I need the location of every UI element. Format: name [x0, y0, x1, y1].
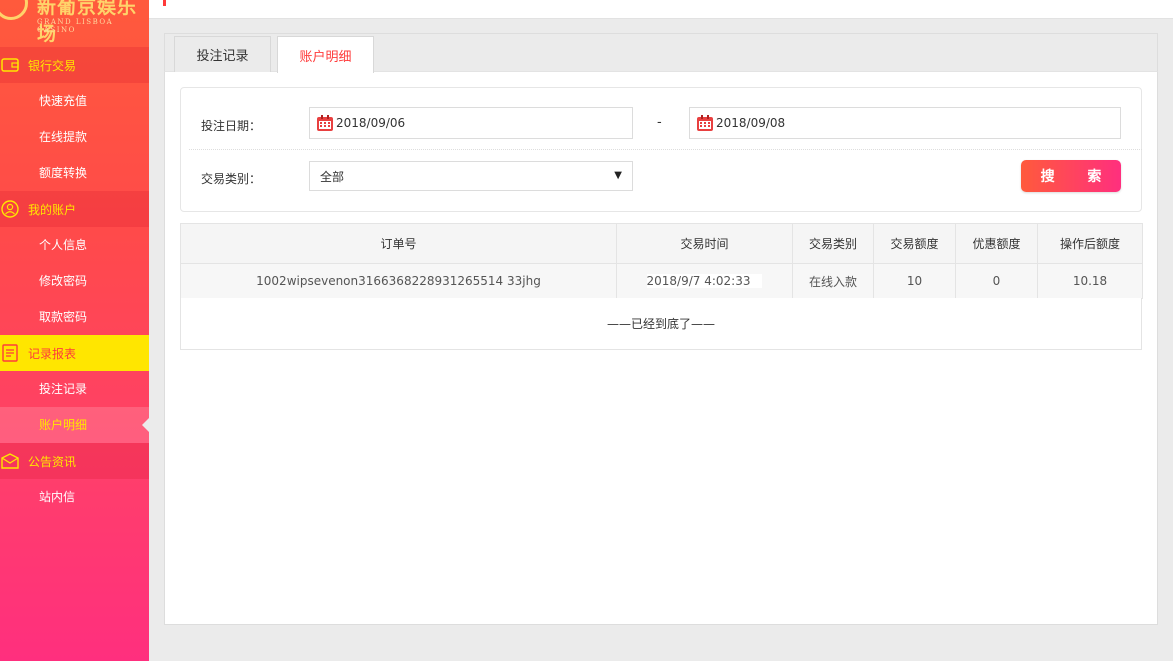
header-transaction-type: 交易类别 — [792, 223, 874, 264]
table-header-row: 订单号 交易时间 交易类别 交易额度 优惠额度 操作后额度 — [180, 223, 1143, 264]
calendar-icon — [696, 114, 714, 132]
table-row: 1002wipsevenon3166368228931265514 33jhg … — [180, 263, 1143, 299]
sidebar-item-account-details[interactable]: 账户明细 — [0, 407, 149, 443]
header-accent-mark — [163, 0, 166, 6]
cell-balance-after: 10.18 — [1037, 263, 1143, 299]
bet-date-label: 投注日期： — [201, 119, 262, 133]
wallet-icon — [0, 57, 20, 73]
cell-transaction-time: 2018/9/7 4:02:33 — [616, 263, 793, 299]
mail-icon — [0, 453, 20, 469]
report-icon — [0, 344, 20, 362]
sidebar-section-news[interactable]: 公告资讯 — [0, 443, 149, 479]
filter-divider — [189, 149, 1142, 150]
transaction-time-value: 2018/9/7 4:02:33 — [646, 274, 763, 288]
sidebar-menu: 银行交易 快速充值 在线提款 额度转换 我的账户 个人信息 修改密码 取款密码 … — [0, 47, 149, 515]
tab-bet-records[interactable]: 投注记录 — [174, 36, 271, 72]
transaction-type-select[interactable]: 全部 ▼ — [309, 161, 633, 191]
sidebar-section-label: 我的账户 — [28, 202, 77, 217]
transaction-type-value: 全部 — [320, 169, 345, 184]
top-header-strip — [149, 0, 1173, 19]
start-date-value: 2018/09/06 — [336, 116, 406, 130]
tab-account-details[interactable]: 账户明细 — [277, 36, 374, 73]
start-date-input[interactable]: 2018/09/06 — [309, 107, 633, 139]
sidebar-item-bet-records[interactable]: 投注记录 — [0, 371, 149, 407]
sidebar-section-label: 记录报表 — [28, 346, 77, 361]
sidebar-item-personal-info[interactable]: 个人信息 — [0, 227, 149, 263]
sidebar-section-label: 公告资讯 — [28, 454, 77, 469]
sidebar-item-inbox[interactable]: 站内信 — [0, 479, 149, 515]
search-button[interactable]: 搜 索 — [1021, 160, 1121, 192]
date-range-dash: - — [657, 115, 662, 130]
logo-mark-icon — [0, 0, 28, 20]
header-balance-after: 操作后额度 — [1037, 223, 1143, 264]
sidebar-section-banking[interactable]: 银行交易 — [0, 47, 149, 83]
transactions-table: 订单号 交易时间 交易类别 交易额度 优惠额度 操作后额度 1002wipsev… — [180, 223, 1143, 299]
header-transaction-amount: 交易额度 — [873, 223, 956, 264]
sidebar-section-account[interactable]: 我的账户 — [0, 191, 149, 227]
sidebar-section-reports[interactable]: 记录报表 — [0, 335, 149, 371]
user-icon — [0, 200, 20, 218]
sidebar-item-quick-deposit[interactable]: 快速充值 — [0, 83, 149, 119]
transaction-type-label: 交易类别： — [201, 172, 262, 186]
sidebar: 新葡京娱乐场 GRAND LISBOA CASINO 银行交易 快速充值 在线提… — [0, 0, 149, 661]
sidebar-item-credit-transfer[interactable]: 额度转换 — [0, 155, 149, 191]
calendar-icon — [316, 114, 334, 132]
sidebar-item-online-withdraw[interactable]: 在线提款 — [0, 119, 149, 155]
end-date-input[interactable]: 2018/09/08 — [689, 107, 1121, 139]
end-of-list-text: ——已经到底了—— — [180, 298, 1142, 350]
cell-transaction-amount: 10 — [873, 263, 956, 299]
cell-bonus-amount: 0 — [955, 263, 1038, 299]
sidebar-section-label: 银行交易 — [28, 58, 77, 73]
logo: 新葡京娱乐场 GRAND LISBOA CASINO — [0, 0, 149, 46]
sidebar-item-withdraw-password[interactable]: 取款密码 — [0, 299, 149, 335]
cell-order-number: 1002wipsevenon3166368228931265514 33jhg — [180, 263, 617, 299]
header-transaction-time: 交易时间 — [616, 223, 793, 264]
header-order-number: 订单号 — [180, 223, 617, 264]
sidebar-item-change-password[interactable]: 修改密码 — [0, 263, 149, 299]
dropdown-arrow-icon: ▼ — [614, 170, 622, 181]
cell-transaction-type: 在线入款 — [792, 263, 874, 299]
end-date-value: 2018/09/08 — [716, 116, 786, 130]
header-bonus-amount: 优惠额度 — [955, 223, 1038, 264]
logo-subtitle: GRAND LISBOA CASINO — [37, 18, 114, 34]
